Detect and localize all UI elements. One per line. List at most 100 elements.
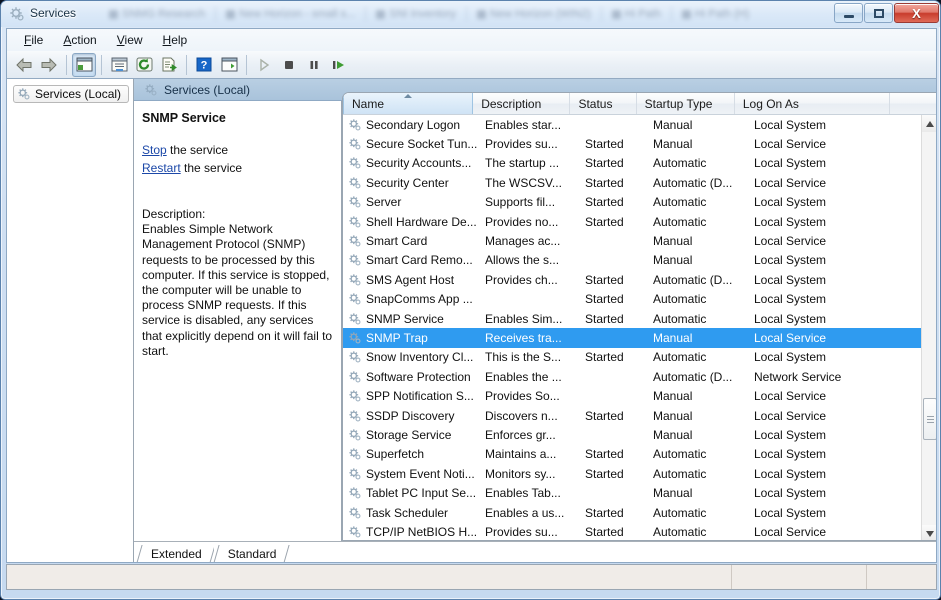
menu-help[interactable]: Help (154, 30, 197, 50)
service-name-label: Tablet PC Input Se... (366, 486, 477, 501)
column-header-log-on-as[interactable]: Log On As (735, 93, 891, 114)
column-header-status[interactable]: Status (570, 93, 637, 114)
table-row[interactable]: Storage Service Enforces gr... Manual Local… (343, 425, 923, 444)
column-header-startup-type[interactable]: Startup Type (637, 93, 735, 114)
cell-startup-type: Automatic (653, 466, 707, 481)
back-icon[interactable] (12, 53, 36, 77)
cell-description: Provides su... (485, 524, 558, 539)
table-row[interactable]: SNMP Trap Receives tra... Manual Local Serv… (343, 328, 923, 348)
sort-ascending-icon (404, 94, 413, 98)
restart-service-icon[interactable] (327, 53, 351, 77)
table-row[interactable]: TCP/IP NetBIOS H... Provides su... Started… (343, 522, 923, 540)
window-title: Services (30, 6, 77, 20)
refresh-icon[interactable] (132, 53, 156, 77)
menu-action[interactable]: Action (54, 30, 105, 50)
service-name-label: Storage Service (366, 427, 452, 442)
export-list-icon[interactable] (157, 53, 181, 77)
cell-description: This is the S... (485, 350, 562, 365)
toolbar-separator (101, 54, 102, 75)
column-header-name[interactable]: Name (343, 93, 474, 114)
forward-icon[interactable] (37, 53, 61, 77)
cell-startup-type: Manual (653, 253, 693, 268)
background-taskbar-ghost: SNMG Research New Horizon - small s... S… (109, 3, 749, 25)
cell-log-on-as: Local System (754, 466, 827, 481)
status-bar (6, 564, 937, 590)
column-header-label: Name (352, 96, 385, 111)
table-row[interactable]: Smart Card Remo... Allows the s... Manual L… (343, 251, 923, 270)
table-row[interactable]: Superfetch Maintains a... Started Automatic… (343, 445, 923, 464)
table-row[interactable]: SPP Notification S... Provides So... Manua… (343, 386, 923, 405)
cell-status: Started (585, 524, 624, 539)
tab-extended[interactable]: Extended (137, 545, 214, 562)
table-row[interactable]: Snow Inventory Cl... This is the S... Star… (343, 348, 923, 367)
cell-description: Maintains a... (485, 447, 557, 462)
pause-service-icon[interactable] (302, 53, 326, 77)
column-header-blank[interactable] (890, 93, 936, 114)
cell-log-on-as: Local Service (754, 330, 827, 345)
scrollbar-thumb[interactable] (923, 398, 936, 440)
title-bar: SNMG Research New Horizon - small s... S… (1, 1, 940, 27)
service-name-label: Secure Socket Tun... (366, 137, 477, 152)
table-row[interactable]: Smart Card Manages ac... Manual Local Servi… (343, 231, 923, 250)
table-row[interactable]: Shell Hardware De... Provides no... Starte… (343, 212, 923, 231)
service-gear-icon (348, 195, 362, 209)
table-row[interactable]: Secondary Logon Enables star... Manual Loca… (343, 115, 923, 134)
cell-status: Started (585, 505, 624, 520)
cell-log-on-as: Local System (754, 350, 827, 365)
cell-name: Task Scheduler (343, 506, 477, 520)
maximize-button[interactable] (864, 3, 893, 23)
stop-service-icon[interactable] (277, 53, 301, 77)
menu-file[interactable]: File (15, 30, 52, 50)
service-name-label: Snow Inventory Cl... (366, 350, 474, 365)
table-row[interactable]: Software Protection Enables the ... Automa… (343, 367, 923, 386)
cell-name: TCP/IP NetBIOS H... (343, 525, 477, 539)
close-button[interactable]: X (894, 3, 939, 23)
table-row[interactable]: SNMP Service Enables Sim... Started Automat… (343, 309, 923, 328)
minimize-button[interactable] (834, 3, 863, 23)
cell-log-on-as: Local Service (754, 234, 827, 249)
sidebar-item-services-local[interactable]: Services (Local) (13, 85, 130, 103)
page-title: SNMP Service (142, 111, 226, 125)
cell-description: Enables star... (485, 117, 562, 132)
column-header-label: Log On As (742, 96, 799, 111)
table-row[interactable]: SnapComms App ... Started Automatic Local S… (343, 290, 923, 309)
table-row[interactable]: SSDP Discovery Discovers n... Started Manua… (343, 406, 923, 425)
column-header-description[interactable]: Description (473, 93, 571, 114)
services-list-view: Name Description Status Startup Type Log On … (342, 92, 936, 541)
table-row[interactable]: Task Scheduler Enables a us... Started Auto… (343, 503, 923, 522)
show-hide-tree-icon[interactable] (72, 52, 96, 77)
tab-standard-label: Standard (227, 547, 277, 561)
cell-log-on-as: Local Service (754, 408, 827, 423)
description-text: Enables Simple Network Management Protoc… (142, 222, 333, 358)
show-action-pane-icon[interactable] (217, 53, 241, 77)
cell-name: System Event Noti... (343, 467, 477, 481)
restart-service-suffix: the service (180, 161, 243, 175)
list-vertical-scrollbar[interactable] (921, 115, 936, 540)
menu-view[interactable]: View (108, 30, 152, 50)
cell-startup-type: Automatic (D... (653, 175, 733, 190)
table-row[interactable]: SMS Agent Host Provides ch... Started Autom… (343, 270, 923, 289)
scroll-down-button[interactable] (922, 525, 936, 540)
table-row[interactable]: Security Center The WSCSV... Started Automa… (343, 173, 923, 192)
table-row[interactable]: Tablet PC Input Se... Enables Tab... Manua… (343, 483, 923, 502)
tab-standard[interactable]: Standard (213, 545, 289, 562)
properties-icon[interactable] (107, 53, 131, 77)
service-name-label: SPP Notification S... (366, 389, 474, 404)
cell-log-on-as: Local Service (754, 137, 827, 152)
service-gear-icon (348, 234, 362, 248)
ghost-separator (465, 7, 467, 21)
cell-name: SMS Agent Host (343, 273, 477, 287)
table-row[interactable]: Server Supports fil... Started Automatic Loc… (343, 193, 923, 212)
scroll-up-button[interactable] (922, 115, 936, 132)
service-name-label: Superfetch (366, 447, 425, 462)
table-row[interactable]: Security Accounts... The startup ... Start… (343, 154, 923, 173)
stop-service-link[interactable]: Stop (142, 143, 167, 157)
table-row[interactable]: Secure Socket Tun... Provides su... Starte… (343, 134, 923, 153)
help-icon[interactable]: ? (192, 53, 216, 77)
table-row[interactable]: System Event Noti... Monitors sy... Starte… (343, 464, 923, 483)
tab-extended-label: Extended (151, 547, 202, 561)
service-name-label: TCP/IP NetBIOS H... (366, 524, 477, 539)
cell-status: Started (585, 466, 624, 481)
start-service-icon[interactable] (252, 53, 276, 77)
restart-service-link[interactable]: Restart (142, 161, 181, 175)
